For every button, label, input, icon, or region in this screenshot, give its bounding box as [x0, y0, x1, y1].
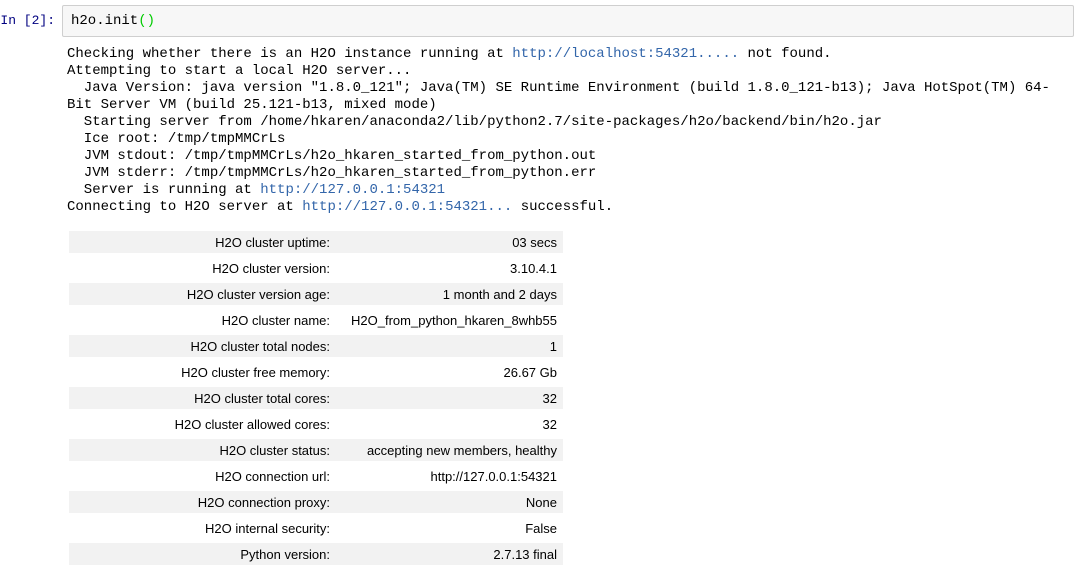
input-prompt: In [2]:	[0, 5, 55, 28]
row-value: 32	[336, 387, 563, 409]
console-line: Ice root: /tmp/tmpMMCrLs	[67, 131, 1080, 148]
console-text: successful.	[512, 199, 613, 215]
table-row: H2O cluster allowed cores:32	[69, 413, 563, 435]
console-text: Attempting to start a local H2O server..…	[67, 63, 411, 79]
table-row: H2O internal security:False	[69, 517, 563, 539]
console-text: not found.	[739, 46, 831, 62]
row-value: None	[336, 491, 563, 513]
console-text: Checking whether there is an H2O instanc…	[67, 46, 512, 62]
console-text: Starting server from /home/hkaren/anacon…	[67, 114, 882, 130]
row-label: H2O cluster name:	[69, 309, 336, 331]
table-row: H2O cluster status:accepting new members…	[69, 439, 563, 461]
row-value: 3.10.4.1	[336, 257, 563, 279]
row-label: H2O connection proxy:	[69, 491, 336, 513]
console-line: Bit Server VM (build 25.121-b13, mixed m…	[67, 97, 1080, 114]
table-row: Python version:2.7.13 final	[69, 543, 563, 565]
row-value: H2O_from_python_hkaren_8whb55	[336, 309, 563, 331]
console-text: JVM stderr: /tmp/tmpMMCrLs/h2o_hkaren_st…	[67, 165, 596, 181]
table-row: H2O cluster name:H2O_from_python_hkaren_…	[69, 309, 563, 331]
row-label: H2O connection url:	[69, 465, 336, 487]
table-row: H2O cluster total nodes:1	[69, 335, 563, 357]
row-value: False	[336, 517, 563, 539]
console-text: JVM stdout: /tmp/tmpMMCrLs/h2o_hkaren_st…	[67, 148, 596, 164]
row-value: 32	[336, 413, 563, 435]
console-line: Server is running at http://127.0.0.1:54…	[67, 182, 1080, 199]
row-value: 03 secs	[336, 231, 563, 253]
row-label: H2O cluster version:	[69, 257, 336, 279]
server-url-link[interactable]: http://127.0.0.1:54321	[260, 182, 445, 198]
row-label: H2O cluster free memory:	[69, 361, 336, 383]
table-row: H2O cluster version:3.10.4.1	[69, 257, 563, 279]
console-line: Java Version: java version "1.8.0_121"; …	[67, 80, 1080, 97]
console-text: Bit Server VM (build 25.121-b13, mixed m…	[67, 97, 437, 113]
code-call: h2o.init	[71, 13, 138, 29]
console-line: JVM stderr: /tmp/tmpMMCrLs/h2o_hkaren_st…	[67, 165, 1080, 182]
row-label: H2O cluster total cores:	[69, 387, 336, 409]
row-value: 2.7.13 final	[336, 543, 563, 565]
row-label: H2O cluster uptime:	[69, 231, 336, 253]
table-row: H2O cluster total cores:32	[69, 387, 563, 409]
row-value: 1 month and 2 days	[336, 283, 563, 305]
console-text: Java Version: java version "1.8.0_121"; …	[67, 80, 1050, 96]
console-line: Checking whether there is an H2O instanc…	[67, 46, 1080, 63]
localhost-url-link[interactable]: http://localhost:54321.....	[512, 46, 739, 62]
table-row: H2O connection proxy:None	[69, 491, 563, 513]
cell-input-row: In [2]: h2o.init()	[0, 5, 1080, 37]
row-label: H2O cluster status:	[69, 439, 336, 461]
row-label: H2O internal security:	[69, 517, 336, 539]
console-line: Attempting to start a local H2O server..…	[67, 63, 1080, 80]
h2o-cluster-info-table: H2O cluster uptime:03 secsH2O cluster ve…	[69, 227, 563, 569]
row-label: H2O cluster version age:	[69, 283, 336, 305]
console-text: Ice root: /tmp/tmpMMCrLs	[67, 131, 285, 147]
code-editor[interactable]: h2o.init()	[62, 5, 1074, 37]
row-value: http://127.0.0.1:54321	[336, 465, 563, 487]
console-line: JVM stdout: /tmp/tmpMMCrLs/h2o_hkaren_st…	[67, 148, 1080, 165]
notebook-code-cell: In [2]: h2o.init() Checking whether ther…	[0, 5, 1080, 569]
row-value: accepting new members, healthy	[336, 439, 563, 461]
console-line: Connecting to H2O server at http://127.0…	[67, 199, 1080, 216]
row-value: 26.67 Gb	[336, 361, 563, 383]
console-text: Server is running at	[67, 182, 260, 198]
console-output: Checking whether there is an H2O instanc…	[67, 46, 1080, 216]
console-text: Connecting to H2O server at	[67, 199, 302, 215]
row-label: H2O cluster allowed cores:	[69, 413, 336, 435]
cell-output-area: Checking whether there is an H2O instanc…	[0, 46, 1080, 569]
code-parens: ()	[138, 13, 155, 29]
console-line: Starting server from /home/hkaren/anacon…	[67, 114, 1080, 131]
row-value: 1	[336, 335, 563, 357]
table-row: H2O connection url:http://127.0.0.1:5432…	[69, 465, 563, 487]
row-label: H2O cluster total nodes:	[69, 335, 336, 357]
table-row: H2O cluster version age:1 month and 2 da…	[69, 283, 563, 305]
row-label: Python version:	[69, 543, 336, 565]
table-row: H2O cluster free memory:26.67 Gb	[69, 361, 563, 383]
server-url-link[interactable]: http://127.0.0.1:54321...	[302, 199, 512, 215]
table-row: H2O cluster uptime:03 secs	[69, 231, 563, 253]
